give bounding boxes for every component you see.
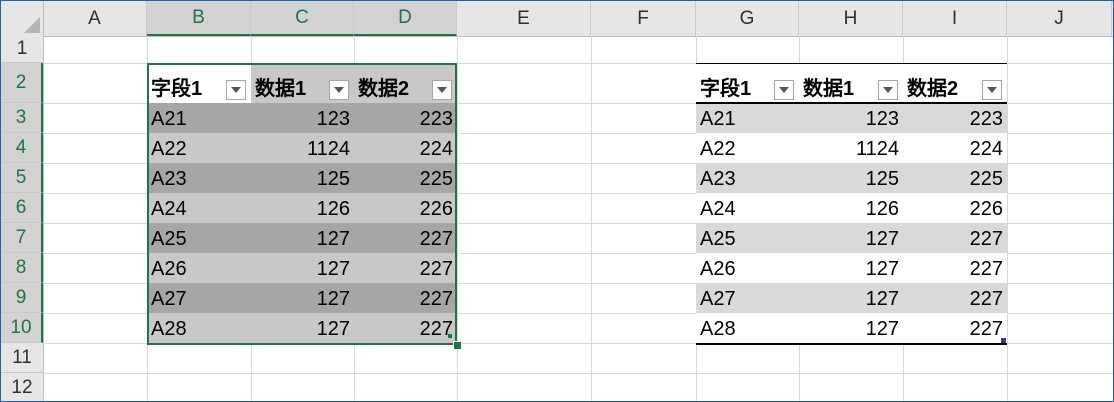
right-table-cell[interactable]: A25 — [696, 223, 799, 253]
chevron-down-icon — [779, 87, 789, 93]
right-table-bottom-border — [696, 343, 1007, 345]
right-table-cell[interactable]: 227 — [903, 253, 1007, 283]
right-table-cell[interactable]: 224 — [903, 133, 1007, 163]
filter-dropdown-button[interactable] — [878, 80, 898, 100]
column-header-d[interactable]: D — [354, 1, 457, 36]
row-header-1[interactable]: 1 — [1, 36, 43, 63]
right-table-cell[interactable]: A26 — [696, 253, 799, 283]
row-header-9[interactable]: 9 — [1, 283, 43, 313]
row-header-4[interactable]: 4 — [1, 133, 43, 163]
table-resize-handle[interactable] — [1001, 338, 1006, 343]
right-table-cell[interactable]: 127 — [799, 283, 903, 313]
column-header-b[interactable]: B — [147, 1, 251, 36]
right-table-cell[interactable]: 126 — [799, 193, 903, 223]
right-table-cell[interactable]: A21 — [696, 103, 799, 133]
right-table-cell[interactable]: 127 — [799, 253, 903, 283]
row-header-5[interactable]: 5 — [1, 163, 43, 193]
grid-vline — [1007, 36, 1008, 401]
right-table-cell[interactable]: 125 — [799, 163, 903, 193]
right-table-cell[interactable]: 127 — [799, 223, 903, 253]
select-all-button[interactable] — [1, 1, 44, 36]
row-header-12[interactable]: 12 — [1, 373, 43, 401]
right-table-cell[interactable]: 127 — [799, 313, 903, 343]
column-header-a[interactable]: A — [43, 1, 147, 36]
right-table-cell[interactable]: A27 — [696, 283, 799, 313]
column-header-c[interactable]: C — [251, 1, 354, 36]
grid-vline — [591, 36, 592, 401]
column-header-i[interactable]: I — [903, 1, 1007, 36]
row-header-8[interactable]: 8 — [1, 253, 43, 283]
grid-hline — [43, 373, 1113, 374]
row-header-7[interactable]: 7 — [1, 223, 43, 253]
right-table-cell[interactable]: 227 — [903, 283, 1007, 313]
right-table-cell[interactable]: 226 — [903, 193, 1007, 223]
right-table-header-border — [696, 102, 1007, 104]
select-all-triangle-icon — [24, 17, 40, 33]
filter-dropdown-button[interactable] — [982, 80, 1002, 100]
right-table-cell[interactable]: A28 — [696, 313, 799, 343]
column-header-e[interactable]: E — [457, 1, 591, 36]
right-table-top-border — [696, 63, 1007, 64]
right-table-cell[interactable]: A23 — [696, 163, 799, 193]
chevron-down-icon — [883, 87, 893, 93]
row-header-6[interactable]: 6 — [1, 193, 43, 223]
right-table-cell[interactable]: 227 — [903, 223, 1007, 253]
filter-dropdown-button[interactable] — [774, 80, 794, 100]
column-header-j[interactable]: J — [1007, 1, 1112, 36]
chevron-down-icon — [987, 87, 997, 93]
fill-handle[interactable] — [453, 341, 462, 350]
column-header-f[interactable]: F — [591, 1, 696, 36]
row-header-11[interactable]: 11 — [1, 343, 43, 373]
right-table-cell[interactable]: 225 — [903, 163, 1007, 193]
right-table-cell[interactable]: 1124 — [799, 133, 903, 163]
right-table-cell[interactable]: A22 — [696, 133, 799, 163]
column-header-h[interactable]: H — [799, 1, 903, 36]
spreadsheet-grid[interactable]: 字段1 数据1 数据2 A21 123 223 A22 1124 224 A23 125 225 A24… — [0, 0, 1114, 402]
right-table-cell[interactable]: A24 — [696, 193, 799, 223]
row-header-2[interactable]: 2 — [1, 63, 43, 103]
column-header-g[interactable]: G — [696, 1, 799, 36]
row-header-3[interactable]: 3 — [1, 103, 43, 133]
right-table-cell[interactable]: 227 — [903, 313, 1007, 343]
right-table-cell[interactable]: 223 — [903, 103, 1007, 133]
row-header-10[interactable]: 10 — [1, 313, 43, 343]
selection-range — [147, 63, 457, 345]
right-table-cell[interactable]: 123 — [799, 103, 903, 133]
